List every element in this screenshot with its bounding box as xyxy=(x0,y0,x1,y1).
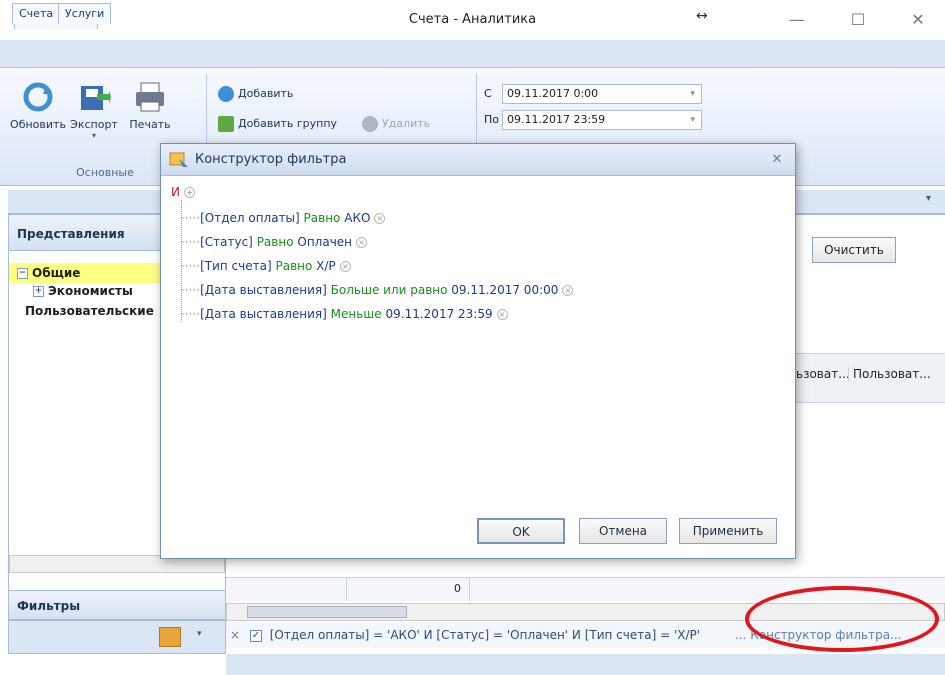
print-label: Печать xyxy=(129,118,171,131)
column-header-2[interactable]: Пользоват... xyxy=(848,367,944,381)
condition-row[interactable]: ·····[Статус] Равно Оплачен × xyxy=(181,232,368,252)
condition-field[interactable]: [Дата выставления] xyxy=(200,307,327,321)
clear-filter-icon[interactable]: × xyxy=(230,628,240,642)
maximize-button[interactable]: ☐ xyxy=(838,6,878,34)
add-group-icon xyxy=(218,116,234,132)
condition-row[interactable]: ·····[Дата выставления] Меньше 09.11.201… xyxy=(181,304,508,324)
filter-builder-dialog: Конструктор фильтра ✕ И + ·····[Отдел опл… xyxy=(160,143,796,559)
condition-value[interactable]: 09.11.2017 23:59 xyxy=(386,307,493,321)
dialog-title-bar: Конструктор фильтра ✕ xyxy=(161,144,795,176)
refresh-label: Обновить xyxy=(10,118,66,131)
clear-button[interactable]: Очистить xyxy=(812,237,896,263)
delete-button[interactable]: Удалить xyxy=(362,114,430,134)
add-button[interactable]: Добавить xyxy=(218,84,293,104)
remove-condition-icon[interactable]: × xyxy=(496,309,508,320)
tree-item-economists-label: Экономисты xyxy=(48,284,133,298)
ok-button[interactable]: OK xyxy=(477,518,565,544)
add-icon xyxy=(218,86,234,102)
condition-operator[interactable]: Равно xyxy=(257,235,294,249)
grid-total-cell: 0 xyxy=(346,577,470,601)
condition-field[interactable]: [Статус] xyxy=(200,235,253,249)
tree-item-general[interactable]: − Общие xyxy=(17,263,80,283)
filters-toolbar: ▾ xyxy=(8,620,226,654)
apply-button[interactable]: Применить xyxy=(679,518,777,544)
date-from-row: С 09.11.2017 0:00 ▾ xyxy=(484,84,702,104)
resize-cursor-icon: ↔ xyxy=(696,8,708,24)
date-from-dropdown-icon[interactable]: ▾ xyxy=(690,85,695,103)
condition-operator[interactable]: Меньше xyxy=(331,307,382,321)
tree-item-user-defined-label: Пользовательские xyxy=(25,304,154,318)
refresh-icon xyxy=(21,80,55,114)
date-from-field[interactable]: 09.11.2017 0:00 ▾ xyxy=(502,84,702,104)
date-to-field[interactable]: 09.11.2017 23:59 ▾ xyxy=(502,110,702,130)
minimize-button[interactable]: — xyxy=(777,6,817,34)
date-to-value: 09.11.2017 23:59 xyxy=(507,113,606,126)
delete-icon xyxy=(362,116,378,132)
condition-operator[interactable]: Равно xyxy=(275,259,312,273)
remove-condition-icon[interactable]: × xyxy=(339,261,351,272)
filter-enabled-checkbox[interactable]: ✓ xyxy=(249,629,262,642)
date-from-label: С xyxy=(484,87,492,100)
date-from-value: 09.11.2017 0:00 xyxy=(507,87,599,100)
condition-row[interactable]: ·····[Тип счета] Равно Х/Р × xyxy=(181,256,351,276)
tree-item-user-defined[interactable]: Пользовательские xyxy=(25,301,154,321)
condition-value[interactable]: АКО xyxy=(344,211,370,225)
condition-field[interactable]: [Тип счета] xyxy=(200,259,272,273)
remove-condition-icon[interactable]: × xyxy=(356,237,368,248)
printer-icon xyxy=(133,80,167,114)
dialog-close-button[interactable]: ✕ xyxy=(767,150,787,170)
condition-value[interactable]: Оплачен xyxy=(297,235,352,249)
export-icon xyxy=(77,80,111,114)
remove-condition-icon[interactable]: × xyxy=(374,213,386,224)
column-header-1[interactable]: ьзоват... xyxy=(796,367,848,381)
condition-operator[interactable]: Больше или равно xyxy=(331,283,448,297)
highlight-ellipse xyxy=(745,586,939,652)
tabs-dropdown-icon[interactable]: ▾ xyxy=(926,193,931,204)
dialog-title: Конструктор фильтра xyxy=(195,152,347,167)
date-to-label: По xyxy=(484,113,500,126)
filter-builder-icon xyxy=(169,151,189,169)
condition-field[interactable]: [Дата выставления] xyxy=(200,283,327,297)
scroll-thumb[interactable] xyxy=(247,606,407,618)
tab-invoices[interactable]: Счета xyxy=(12,3,61,24)
close-button[interactable]: ✕ xyxy=(898,6,938,34)
date-to-row: По 09.11.2017 23:59 ▾ xyxy=(484,110,702,130)
add-group-label: Добавить группу xyxy=(238,117,338,130)
tab-services[interactable]: Услуги xyxy=(58,3,112,24)
tree-item-general-label: Общие xyxy=(32,266,81,280)
cancel-button[interactable]: Отмена xyxy=(579,518,667,544)
collapse-icon[interactable]: − xyxy=(17,268,28,279)
add-group-button[interactable]: Добавить группу xyxy=(218,114,337,134)
filters-panel-title: Фильтры xyxy=(8,590,226,620)
ribbon-tab-bar xyxy=(0,40,945,68)
condition-value[interactable]: Х/Р xyxy=(316,259,336,273)
filter-tree: И + ·····[Отдел оплаты] Равно АКО × ·····[… xyxy=(167,182,789,482)
status-bar xyxy=(226,654,945,675)
filter-toggle-button[interactable] xyxy=(159,627,181,647)
export-label: Экспорт xyxy=(70,118,118,131)
condition-row[interactable]: ·····[Дата выставления] Больше или равно… xyxy=(181,280,574,300)
filter-dropdown-icon[interactable]: ▾ xyxy=(197,629,202,639)
condition-field[interactable]: [Отдел оплаты] xyxy=(200,211,300,225)
add-label: Добавить xyxy=(238,87,294,100)
condition-operator[interactable]: Равно xyxy=(304,211,341,225)
root-group-op[interactable]: И + xyxy=(171,182,195,202)
date-to-dropdown-icon[interactable]: ▾ xyxy=(690,111,695,129)
filter-expression[interactable]: [Отдел оплаты] = 'АКО' И [Статус] = 'Опл… xyxy=(270,628,700,642)
refresh-button[interactable]: Обновить xyxy=(10,80,66,131)
delete-label: Удалить xyxy=(382,117,431,130)
expand-icon[interactable]: + xyxy=(33,286,44,297)
condition-row[interactable]: ·····[Отдел оплаты] Равно АКО × xyxy=(181,208,386,228)
remove-condition-icon[interactable]: × xyxy=(562,285,574,296)
print-button[interactable]: Печать xyxy=(122,80,178,131)
export-button[interactable]: Экспорт ▾ xyxy=(66,80,122,140)
root-and-operator[interactable]: И xyxy=(171,185,180,199)
add-condition-icon[interactable]: + xyxy=(183,187,195,198)
tree-item-economists[interactable]: + Экономисты xyxy=(33,281,133,301)
condition-value[interactable]: 09.11.2017 00:00 xyxy=(451,283,558,297)
export-dropdown-icon[interactable]: ▾ xyxy=(66,131,122,140)
